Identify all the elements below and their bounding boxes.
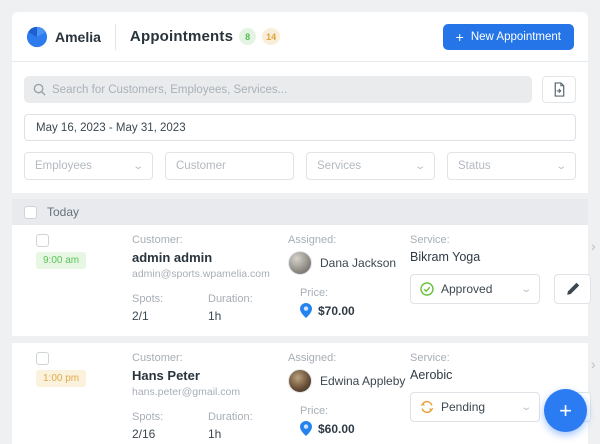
price-label: Price: (300, 405, 410, 417)
page-title: Appointments (130, 28, 233, 45)
spots-value: 2/16 (132, 427, 208, 441)
group-label: Today (47, 205, 79, 219)
header: Amelia Appointments 8 14 + New Appointme… (12, 12, 588, 62)
price-value: $60.00 (318, 422, 355, 436)
assigned-name: Dana Jackson (320, 256, 396, 270)
customer-filter[interactable]: Customer (165, 152, 294, 180)
spots-value: 2/1 (132, 309, 208, 323)
new-appointment-button[interactable]: + New Appointment (443, 24, 574, 50)
employees-filter[interactable]: Employees ⌄ (24, 152, 153, 180)
floating-add-button[interactable]: + (544, 389, 587, 432)
pencil-icon (566, 282, 580, 296)
search-box[interactable] (24, 76, 532, 103)
customer-email: admin@sports.wpamelia.com (132, 268, 288, 280)
row-left-cell: 1:00 pm (36, 352, 132, 441)
new-appointment-label: New Appointment (471, 31, 561, 43)
chevron-down-icon: ⌄ (555, 161, 567, 172)
assigned-name: Edwina Appleby (320, 374, 405, 388)
status-filter-label: Status (458, 160, 557, 172)
employees-filter-label: Employees (35, 160, 134, 172)
time-badge: 9:00 am (36, 252, 86, 269)
search-input[interactable] (52, 84, 523, 96)
time-badge: 1:00 pm (36, 370, 86, 387)
brand-name: Amelia (55, 29, 101, 45)
header-divider (115, 24, 116, 50)
customer-label: Customer: (132, 352, 288, 364)
group-header-today: Today (12, 199, 588, 225)
price-value: $70.00 (318, 304, 355, 318)
duration-label: Duration: (208, 411, 253, 423)
row-checkbox[interactable] (36, 234, 49, 247)
chevron-right-icon[interactable]: › (591, 238, 600, 254)
approved-count-badge: 8 (239, 28, 256, 45)
page: Amelia Appointments 8 14 + New Appointme… (0, 0, 600, 193)
date-range-value: May 16, 2023 - May 31, 2023 (36, 122, 186, 134)
search-icon (33, 83, 46, 96)
brand: Amelia (26, 26, 101, 48)
status-filter[interactable]: Status ⌄ (447, 152, 576, 180)
row-checkbox[interactable] (36, 352, 49, 365)
duration-value: 1h (208, 427, 253, 441)
appointment-row[interactable]: 9:00 am Customer: admin admin admin@spor… (12, 225, 588, 336)
amelia-logo-icon (26, 26, 48, 48)
approved-check-icon (420, 282, 434, 296)
pending-count-badge: 14 (262, 28, 280, 45)
location-pin-icon (300, 421, 312, 436)
status-value: Pending (441, 400, 515, 414)
plus-icon: + (456, 30, 464, 44)
services-filter[interactable]: Services ⌄ (306, 152, 435, 180)
service-name: Aerobic (410, 368, 591, 382)
chevron-right-icon[interactable]: › (591, 356, 600, 372)
service-label: Service: (410, 234, 591, 246)
customer-filter-label: Customer (176, 160, 283, 172)
spots-label: Spots: (132, 293, 208, 305)
service-label: Service: (410, 352, 591, 364)
status-value: Approved (441, 282, 515, 296)
pending-refresh-icon (420, 400, 434, 414)
select-all-today-checkbox[interactable] (24, 206, 37, 219)
chevron-down-icon: ⌄ (414, 161, 426, 172)
chevron-down-icon: ⌄ (132, 161, 144, 172)
status-select[interactable]: Approved ⌄ (410, 274, 540, 304)
duration-label: Duration: (208, 293, 253, 305)
plus-icon: + (559, 400, 572, 422)
assigned-label: Assigned: (288, 352, 410, 364)
price-label: Price: (300, 287, 410, 299)
chevron-down-icon: ⌄ (520, 284, 532, 295)
row-left-cell: 9:00 am (36, 234, 132, 323)
assigned-label: Assigned: (288, 234, 410, 246)
location-pin-icon (300, 303, 312, 318)
spots-label: Spots: (132, 411, 208, 423)
export-document-icon (552, 82, 566, 97)
service-name: Bikram Yoga (410, 250, 591, 264)
services-filter-label: Services (317, 160, 416, 172)
appointments-list: 9:00 am Customer: admin admin admin@spor… (12, 225, 588, 444)
customer-label: Customer: (132, 234, 288, 246)
date-range-input[interactable]: May 16, 2023 - May 31, 2023 (24, 114, 576, 141)
duration-value: 1h (208, 309, 253, 323)
appointment-row[interactable]: 1:00 pm Customer: Hans Peter hans.peter@… (12, 343, 588, 444)
avatar (288, 251, 312, 275)
status-select[interactable]: Pending ⌄ (410, 392, 540, 422)
chevron-down-icon: ⌄ (520, 402, 532, 413)
filter-panel: May 16, 2023 - May 31, 2023 Employees ⌄ … (12, 62, 588, 193)
export-button[interactable] (542, 76, 576, 103)
avatar (288, 369, 312, 393)
customer-name: admin admin (132, 250, 288, 265)
edit-appointment-button[interactable] (554, 274, 591, 304)
customer-email: hans.peter@gmail.com (132, 386, 288, 398)
customer-name: Hans Peter (132, 368, 288, 383)
